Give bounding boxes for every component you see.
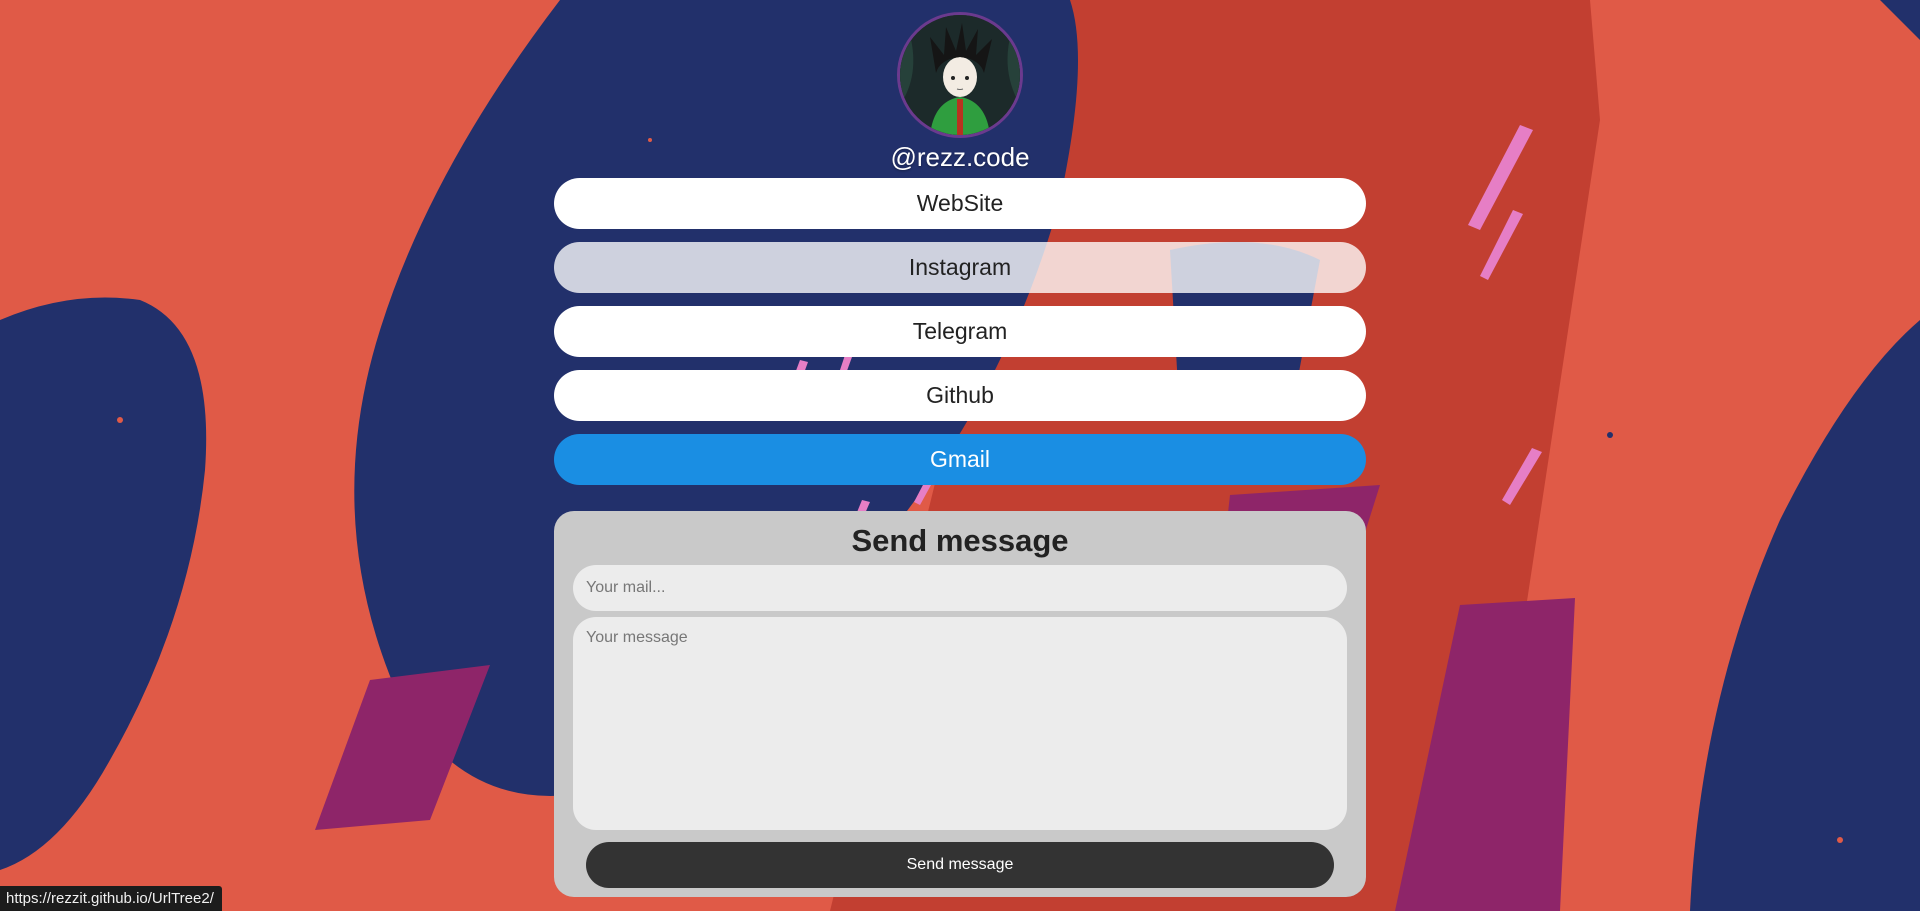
link-list: WebSite Instagram Telegram Github Gmail: [554, 178, 1366, 498]
message-field[interactable]: [573, 617, 1347, 830]
github-link-button[interactable]: Github: [554, 370, 1366, 421]
contact-form-title: Send message: [851, 523, 1069, 558]
email-field[interactable]: [573, 565, 1347, 611]
anime-character-avatar-icon: [900, 15, 1020, 135]
status-bar-url: https://rezzit.github.io/UrlTree2/: [0, 886, 222, 911]
send-message-button[interactable]: Send message: [586, 842, 1334, 888]
instagram-link-button[interactable]: Instagram: [554, 242, 1366, 293]
website-link-button[interactable]: WebSite: [554, 178, 1366, 229]
contact-form: Send message Send message: [554, 511, 1366, 897]
telegram-link-button[interactable]: Telegram: [554, 306, 1366, 357]
profile-avatar: [897, 12, 1023, 138]
profile-handle: @rezz.code: [890, 142, 1030, 172]
profile-container: @rezz.code WebSite Instagram Telegram Gi…: [554, 12, 1366, 897]
gmail-link-button[interactable]: Gmail: [554, 434, 1366, 485]
